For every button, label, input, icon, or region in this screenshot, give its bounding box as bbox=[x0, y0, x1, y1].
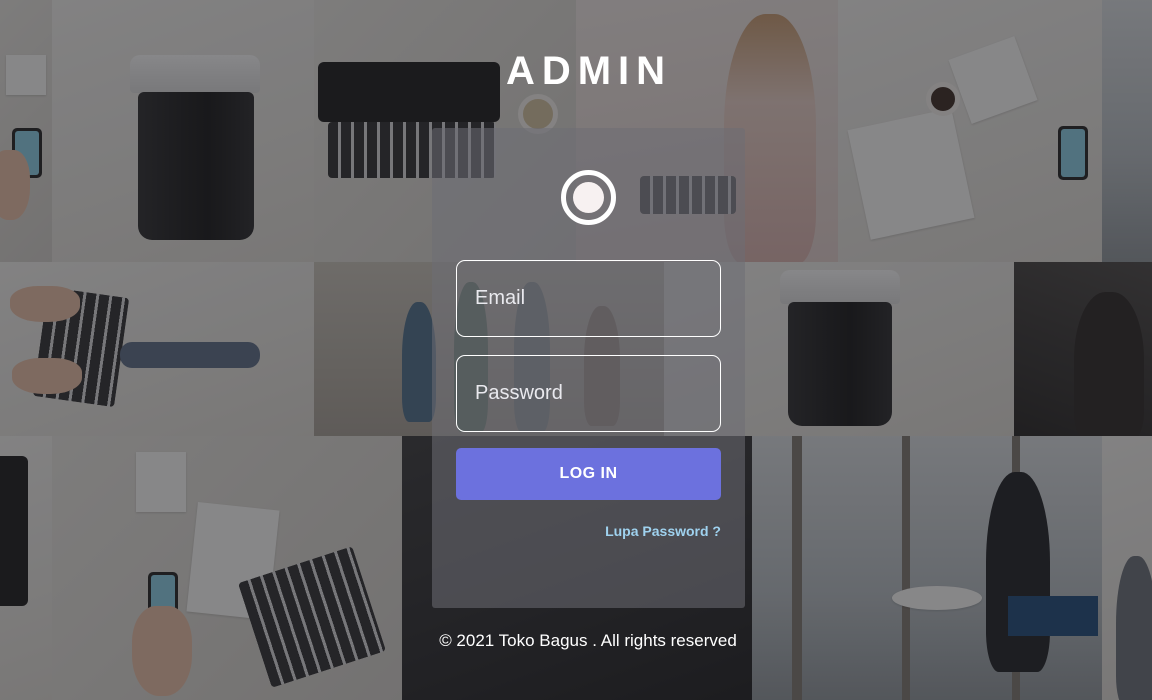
password-input[interactable] bbox=[456, 355, 721, 432]
footer-copyright: © 2021 Toko Bagus . All rights reserved bbox=[439, 631, 737, 650]
login-button[interactable]: LOG IN bbox=[456, 448, 721, 500]
ring-dot-icon bbox=[561, 170, 616, 225]
page-title: ADMIN bbox=[505, 49, 673, 93]
email-input[interactable] bbox=[456, 260, 721, 337]
logo-dot bbox=[573, 182, 604, 213]
forgot-password-link[interactable]: Lupa Password ? bbox=[560, 523, 721, 539]
